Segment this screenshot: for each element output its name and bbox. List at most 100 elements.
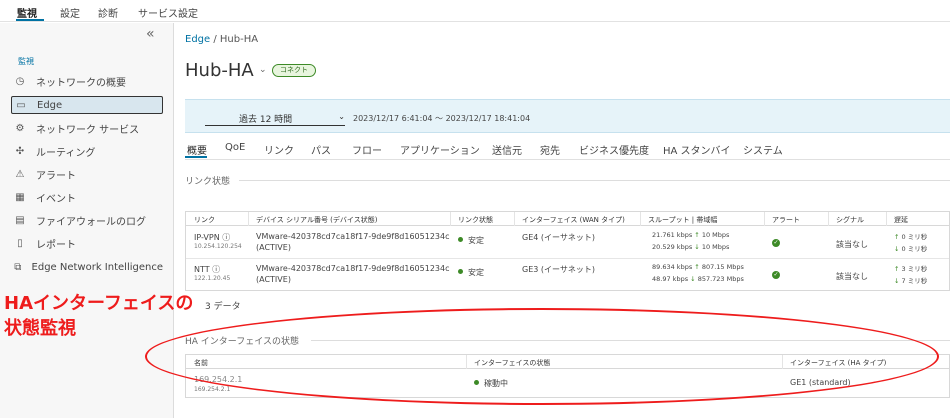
latency-down: ↓ 0 ミリ秒 [894,245,928,253]
tab-qoe[interactable]: QoE [225,142,245,153]
nav-tab-settings[interactable]: 設定 [60,5,80,20]
page-title: Hub-HA [185,60,254,81]
arrow-up-icon: ↑ [894,265,900,273]
column-header: リンク [194,216,215,224]
sidebar-item-events[interactable]: ▦ イベント [11,188,163,206]
firewall-log-icon: ▤ [15,214,25,226]
throughput-down: 20.529 kbps ↓ 10 Mbps [652,243,730,251]
device-serial: VMware-420378cd7ca18f17-9de9f8d16051234c [256,232,450,241]
latency-up: ↑ 3 ミリ秒 [894,265,928,273]
edge-device-icon: ▭ [16,99,26,111]
status-dot-icon [458,237,463,242]
link-status-title: リンク状態 [185,177,231,187]
device-state: (ACTIVE) [256,275,291,284]
signal-value: 該当なし [836,272,868,281]
sidebar-item-label: ルーティング [36,147,96,159]
nav-tab-service-settings[interactable]: サービス設定 [138,5,198,20]
check-circle-icon: ✓ [772,271,780,279]
latency-up: ↑ 0 ミリ秒 [894,233,928,241]
active-tab-underline [185,156,207,158]
column-header: インターフェイス (WAN タイプ) [522,216,625,224]
table-row: NTT ⓘ 122.1.20.45 VMware-420378cd7ca18f1… [186,259,949,291]
sidebar-item-edge-network-intelligence[interactable]: ⧉ Edge Network Intelligence [11,258,163,276]
annotation-line-1: HAインターフェイスの [4,293,194,314]
device-state: (ACTIVE) [256,243,291,252]
section-divider [239,180,950,181]
tab-applications[interactable]: アプリケーション [400,142,480,157]
active-tab-indicator [16,19,44,21]
nav-tab-diagnostics[interactable]: 診断 [98,5,118,20]
device-serial: VMware-420378cd7ca18f17-9de9f8d16051234c [256,264,450,273]
top-navigation: 監視 設定 診断 サービス設定 [0,0,950,22]
status-badge: コネクト [272,64,316,77]
tab-sources[interactable]: 送信元 [492,142,522,157]
sidebar-section-title: 監視 [18,57,34,66]
sidebar-item-network-overview[interactable]: ◷ ネットワークの概要 [11,72,163,90]
sidebar-item-label: ネットワーク サービス [36,124,140,136]
signal-value: 該当なし [836,240,868,249]
nav-tab-monitor[interactable]: 監視 [17,5,37,20]
breadcrumb-edge-link[interactable]: Edge [185,34,210,45]
sidebar-item-routing[interactable]: ✣ ルーティング [11,142,163,160]
link-status-table: リンク デバイス シリアル番号 (デバイス状態) リンク状態 インターフェイス … [185,211,950,291]
tab-system[interactable]: システム [743,142,783,157]
tab-paths[interactable]: パス [311,142,331,157]
column-header: デバイス シリアル番号 (デバイス状態) [256,216,378,224]
arrow-down-icon: ↓ [694,243,700,251]
alert-icon: ⚠ [15,168,25,180]
routing-icon: ✣ [15,145,25,157]
sidebar-item-label: イベント [36,193,76,205]
interface: GE3 (イーサネット) [522,265,595,274]
column-header: 遅延 [894,216,908,224]
tab-ha-standby[interactable]: HA スタンバイ [663,142,731,157]
sidebar-item-label: ネットワークの概要 [36,77,126,89]
arrow-down-icon: ↓ [690,275,696,283]
sidebar-item-edge[interactable]: ▭ Edge [11,96,163,114]
collapse-sidebar-icon[interactable]: « [146,26,155,42]
sidebar-item-label: アラート [36,170,76,182]
tab-flows[interactable]: フロー [352,142,382,157]
tabs-divider [185,159,950,160]
arrow-up-icon: ↑ [694,231,700,239]
sidebar-item-label: レポート [36,239,76,251]
arrow-down-icon: ↓ [894,277,900,285]
chevron-down-icon[interactable]: ⌄ [259,65,267,75]
table-row: IP-VPN ⓘ 10.254.120.254 VMware-420378cd7… [186,227,949,259]
tab-business-priority[interactable]: ビジネス優先度 [579,142,649,157]
status-dot-icon [458,269,463,274]
breadcrumb: Edge / Hub-HA [185,34,258,45]
breadcrumb-current: Hub-HA [219,34,259,45]
throughput-up: 89.634 kbps ↑ 807.15 Mbps [652,263,744,271]
tab-links[interactable]: リンク [264,142,294,157]
tab-overview[interactable]: 概要 [187,142,207,157]
link-status: 安定 [458,267,484,278]
time-range-value: 過去 12 時間 [239,115,293,125]
sidebar-item-network-services[interactable]: ⚙ ネットワーク サービス [11,119,163,137]
table-header: リンク デバイス シリアル番号 (デバイス状態) リンク状態 インターフェイス … [186,212,949,226]
sidebar-item-firewall-logs[interactable]: ▤ ファイアウォールのログ [11,211,163,229]
tab-bar: 概要 QoE リンク パス フロー アプリケーション 送信元 宛先 ビジネス優先… [185,140,950,158]
sidebar-item-label: ファイアウォールのログ [36,216,146,228]
breadcrumb-separator: / [210,34,220,45]
dashboard-icon: ◷ [15,75,25,87]
link-ip: 10.254.120.254 [194,243,242,250]
sidebar-item-alerts[interactable]: ⚠ アラート [11,165,163,183]
link-status: 安定 [458,235,484,246]
check-circle-icon: ✓ [772,239,780,247]
time-range-select[interactable]: 過去 12 時間 ⌄ [205,112,345,126]
annotation-callout: HAインターフェイスの 状態監視 [4,291,193,341]
latency-down: ↓ 7 ミリ秒 [894,277,928,285]
events-icon: ▦ [15,191,25,203]
arrow-up-icon: ↑ [894,233,900,241]
sidebar-item-reports[interactable]: ▯ レポート [11,234,163,252]
column-header: スループット | 帯域幅 [648,216,718,224]
link-name[interactable]: NTT ⓘ [194,264,220,275]
link-ip: 122.1.20.45 [194,275,231,282]
tab-destinations[interactable]: 宛先 [540,142,560,157]
column-header: アラート [772,216,800,224]
ha-interface-sub: 169.254.2.1 [194,386,231,393]
partial-data-label: 3 データ [205,302,241,312]
link-name[interactable]: IP-VPN ⓘ [194,232,230,243]
interface: GE4 (イーサネット) [522,233,595,242]
chevron-down-icon: ⌄ [338,112,345,121]
